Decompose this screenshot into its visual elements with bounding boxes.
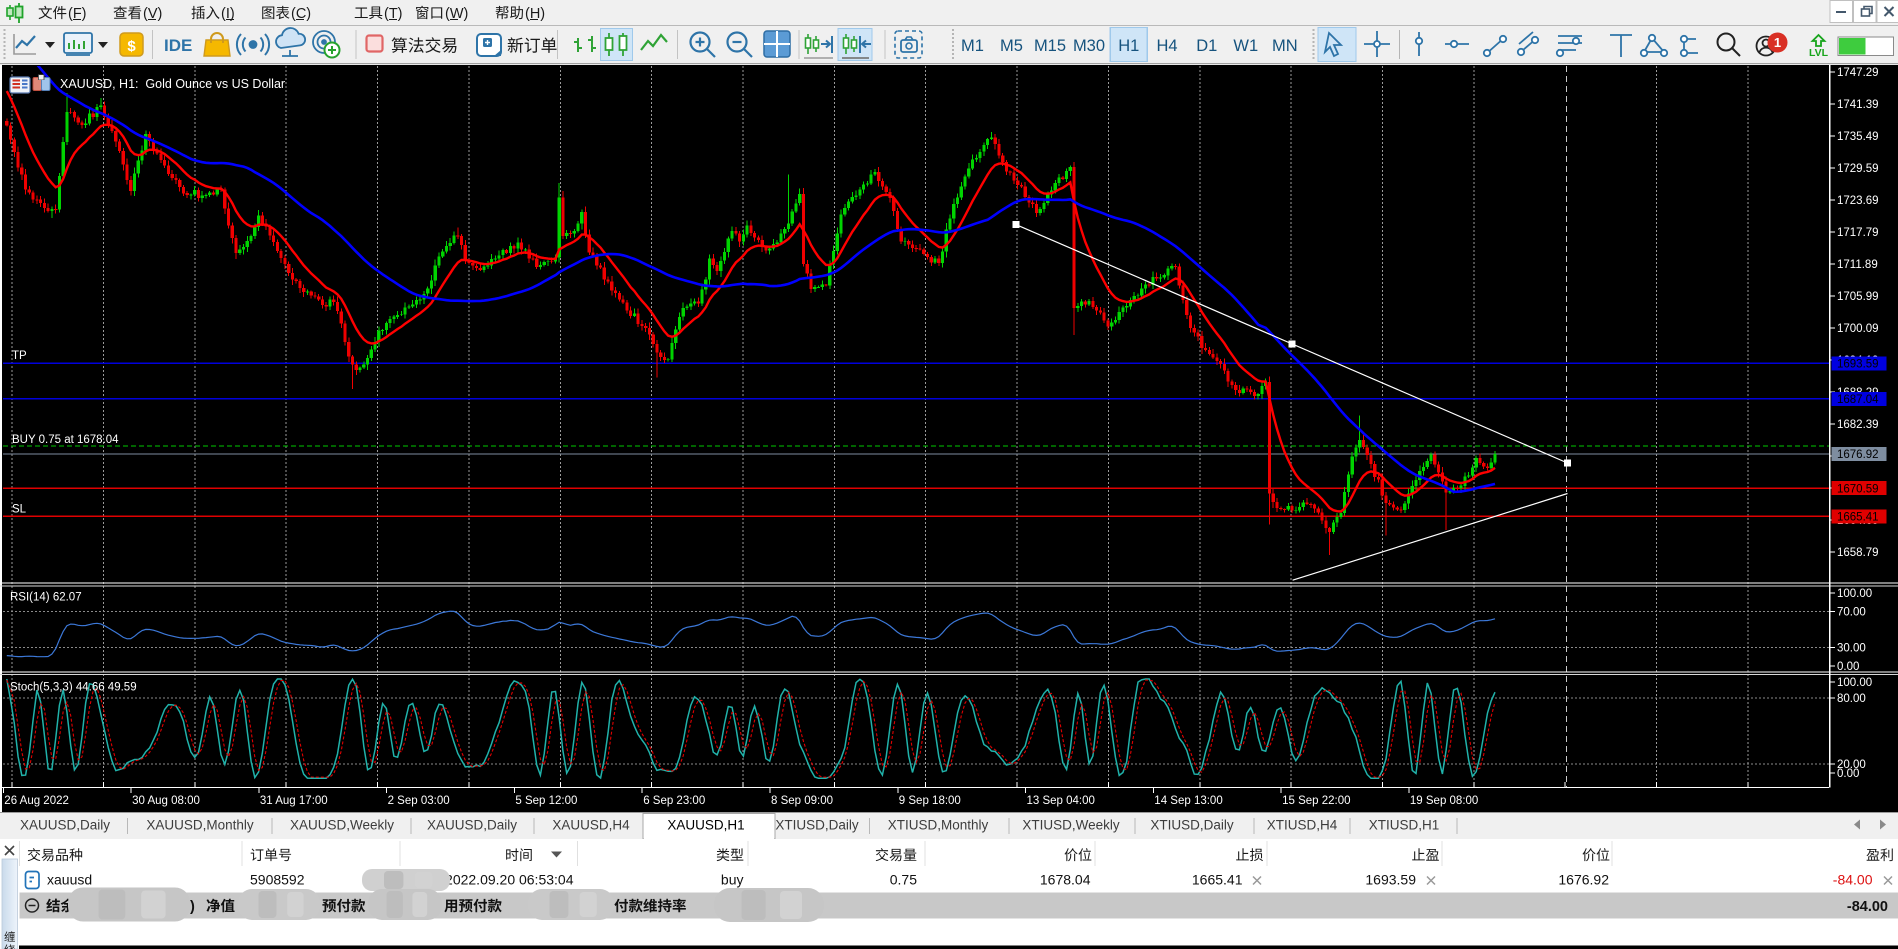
svg-text:70.00: 70.00 xyxy=(1837,607,1866,619)
svg-text:XAUUSD,H1: XAUUSD,H1 xyxy=(667,818,744,833)
svg-text:XAUUSD,Daily: XAUUSD,Daily xyxy=(20,818,110,833)
svg-text:1687.04: 1687.04 xyxy=(1837,394,1879,406)
svg-text:H1: H1 xyxy=(1118,37,1139,55)
svg-text:MN: MN xyxy=(1272,37,1298,55)
svg-text:D1: D1 xyxy=(1196,37,1217,55)
svg-text:100.00: 100.00 xyxy=(1837,588,1872,600)
svg-text:$: $ xyxy=(127,38,136,55)
svg-text:1678.04: 1678.04 xyxy=(1040,872,1091,888)
svg-text:SL: SL xyxy=(12,504,27,516)
svg-text:M1: M1 xyxy=(961,37,984,55)
svg-text:1693.59: 1693.59 xyxy=(1837,359,1879,371)
svg-text:1682.39: 1682.39 xyxy=(1837,419,1879,431)
svg-text:1665.41: 1665.41 xyxy=(1837,512,1879,524)
svg-text:M15: M15 xyxy=(1034,37,1066,55)
svg-text:1658.79: 1658.79 xyxy=(1837,547,1879,559)
svg-text:5908592: 5908592 xyxy=(250,872,305,888)
svg-text:W1: W1 xyxy=(1233,37,1258,55)
svg-text:1741.39: 1741.39 xyxy=(1837,99,1879,111)
svg-text:1: 1 xyxy=(1774,35,1781,50)
svg-text:LVL: LVL xyxy=(1809,47,1829,59)
svg-text:1676.92: 1676.92 xyxy=(1558,872,1609,888)
svg-text:M30: M30 xyxy=(1073,37,1105,55)
svg-text:XTIUSD,Daily: XTIUSD,Daily xyxy=(775,818,859,833)
svg-text:XTIUSD,Weekly: XTIUSD,Weekly xyxy=(1022,818,1120,833)
svg-text:IDE: IDE xyxy=(164,36,192,55)
svg-text:XTIUSD,Monthly: XTIUSD,Monthly xyxy=(888,818,989,833)
svg-text:1723.69: 1723.69 xyxy=(1837,195,1879,207)
svg-text:30.00: 30.00 xyxy=(1837,643,1866,655)
svg-text:buy: buy xyxy=(721,872,744,888)
svg-text:8 Sep 09:00: 8 Sep 09:00 xyxy=(771,795,833,807)
svg-text:1705.99: 1705.99 xyxy=(1837,291,1879,303)
svg-text:1676.92: 1676.92 xyxy=(1837,449,1879,461)
svg-text:): ) xyxy=(190,899,195,915)
svg-text:15 Sep 22:00: 15 Sep 22:00 xyxy=(1282,795,1350,807)
svg-text:TP: TP xyxy=(12,350,27,362)
svg-text:Stoch(5,3,3) 44.66 49.59: Stoch(5,3,3) 44.66 49.59 xyxy=(10,682,137,694)
svg-text:2022.09.20 06:53:04: 2022.09.20 06:53:04 xyxy=(445,872,574,888)
svg-text:9 Sep 18:00: 9 Sep 18:00 xyxy=(899,795,961,807)
svg-text:XTIUSD,H4: XTIUSD,H4 xyxy=(1267,818,1338,833)
svg-text:BUY 0.75 at 1678.04: BUY 0.75 at 1678.04 xyxy=(12,434,119,446)
svg-text:0.00: 0.00 xyxy=(1837,768,1859,780)
svg-text:xauusd: xauusd xyxy=(47,872,92,888)
svg-text:XAUUSD,Weekly: XAUUSD,Weekly xyxy=(290,818,394,833)
svg-text:0.75: 0.75 xyxy=(890,872,917,888)
svg-text:13 Sep 04:00: 13 Sep 04:00 xyxy=(1027,795,1095,807)
svg-text:31 Aug 17:00: 31 Aug 17:00 xyxy=(260,795,328,807)
svg-text:2 Sep 03:00: 2 Sep 03:00 xyxy=(388,795,450,807)
svg-text:-84.00: -84.00 xyxy=(1833,872,1873,888)
svg-text:1747.29: 1747.29 xyxy=(1837,67,1879,79)
svg-text:0.00: 0.00 xyxy=(1837,661,1859,673)
svg-text:1711.89: 1711.89 xyxy=(1837,259,1878,271)
svg-text:XAUUSD,H4: XAUUSD,H4 xyxy=(552,818,630,833)
svg-text:H4: H4 xyxy=(1156,37,1177,55)
svg-text:-84.00: -84.00 xyxy=(1847,899,1888,915)
svg-text:80.00: 80.00 xyxy=(1837,693,1866,705)
svg-text:1717.79: 1717.79 xyxy=(1837,227,1879,239)
svg-text:1670.59: 1670.59 xyxy=(1837,483,1879,495)
svg-text:26 Aug 2022: 26 Aug 2022 xyxy=(4,795,69,807)
svg-text:M5: M5 xyxy=(1000,37,1023,55)
svg-text:1735.49: 1735.49 xyxy=(1837,131,1879,143)
svg-text:1665.41: 1665.41 xyxy=(1192,872,1243,888)
svg-text:14 Sep 13:00: 14 Sep 13:00 xyxy=(1154,795,1222,807)
svg-text:100.00: 100.00 xyxy=(1837,677,1872,689)
svg-text:XTIUSD,H1: XTIUSD,H1 xyxy=(1369,818,1440,833)
svg-text:XAUUSD,Daily: XAUUSD,Daily xyxy=(427,818,517,833)
svg-text:19 Sep 08:00: 19 Sep 08:00 xyxy=(1410,795,1478,807)
svg-text:1700.09: 1700.09 xyxy=(1837,323,1879,335)
svg-text:XAUUSD,Monthly: XAUUSD,Monthly xyxy=(146,818,254,833)
svg-text:30 Aug 08:00: 30 Aug 08:00 xyxy=(132,795,200,807)
svg-text:1693.59: 1693.59 xyxy=(1365,872,1416,888)
svg-text:6 Sep 23:00: 6 Sep 23:00 xyxy=(643,795,705,807)
svg-text:1729.59: 1729.59 xyxy=(1837,163,1879,175)
svg-text:XAUUSD, H1: Gold Ounce vs US: XAUUSD, H1: Gold Ounce vs US Dollar xyxy=(60,77,285,91)
svg-text:XTIUSD,Daily: XTIUSD,Daily xyxy=(1150,818,1234,833)
svg-text:5 Sep 12:00: 5 Sep 12:00 xyxy=(515,795,577,807)
svg-text:RSI(14) 62.07: RSI(14) 62.07 xyxy=(10,592,82,604)
